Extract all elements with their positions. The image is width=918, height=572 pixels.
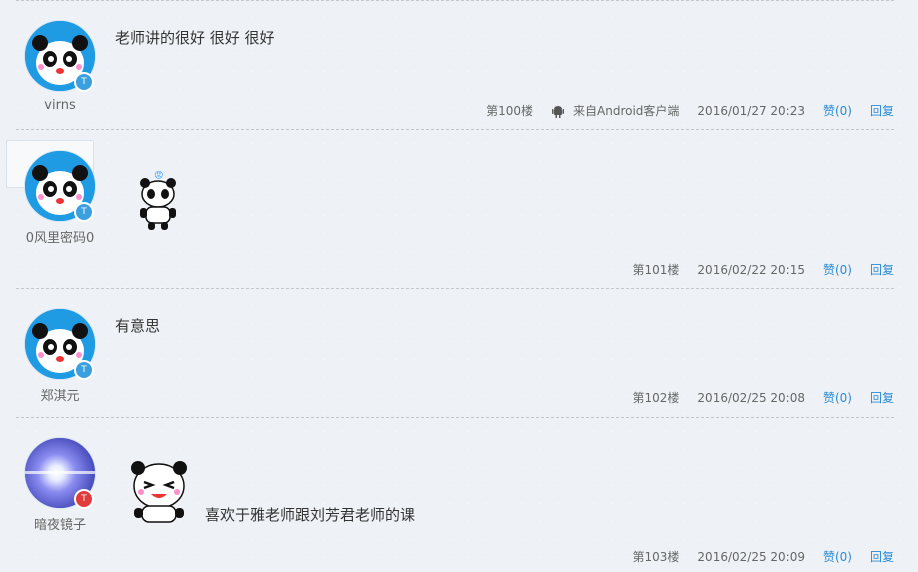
- user-avatar[interactable]: T: [24, 20, 96, 92]
- username[interactable]: virns: [0, 98, 120, 113]
- like-button[interactable]: 赞(0): [823, 261, 852, 278]
- post-time: 2016/02/22 20:15: [697, 262, 805, 277]
- user-avatar[interactable]: T: [24, 308, 96, 380]
- floor-number: 第100楼: [486, 104, 534, 118]
- post-source: 来自Android客户端: [573, 104, 680, 118]
- post-101: T 0风里密码0 😡 第101楼 2016/02/22 20:15 赞(0) 回…: [0, 130, 918, 289]
- post-103: T 暗夜镜子 喜欢于雅老师跟刘芳君老师的课 第103楼 2016/02/25 2…: [0, 418, 918, 572]
- post-content: 有意思: [115, 317, 161, 335]
- post-100: T virns 老师讲的很好 很好 很好 第100楼 来自Android客户端 …: [0, 0, 918, 130]
- username[interactable]: 郑淇元: [0, 385, 120, 404]
- post-time: 2016/02/25 20:08: [697, 390, 805, 405]
- like-button[interactable]: 赞(0): [823, 389, 852, 406]
- vip-badge-icon: T: [74, 360, 94, 380]
- user-avatar[interactable]: T: [24, 150, 96, 222]
- post-time: 2016/01/27 20:23: [697, 103, 805, 118]
- post-meta: 第100楼 来自Android客户端 2016/01/27 20:23 赞(0)…: [468, 102, 894, 119]
- floor-number: 第101楼: [632, 263, 680, 277]
- post-content: 老师讲的很好 很好 很好: [115, 29, 275, 47]
- post-time: 2016/02/25 20:09: [697, 549, 805, 564]
- floor-number: 第103楼: [632, 550, 680, 564]
- like-button[interactable]: 赞(0): [823, 102, 852, 119]
- reply-button[interactable]: 回复: [870, 102, 894, 119]
- reply-button[interactable]: 回复: [870, 389, 894, 406]
- vip-badge-icon: T: [74, 72, 94, 92]
- reply-button[interactable]: 回复: [870, 261, 894, 278]
- post-102: T 郑淇元 有意思 第102楼 2016/02/25 20:08 赞(0) 回复: [0, 289, 918, 417]
- panda-emoji-icon: 😡: [140, 170, 176, 230]
- panda-emoji-laugh-icon: [131, 461, 187, 523]
- post-meta: 第101楼 2016/02/22 20:15 赞(0) 回复: [615, 261, 894, 278]
- vip-badge-icon: T: [74, 489, 94, 509]
- username[interactable]: 0风里密码0: [0, 227, 120, 246]
- post-content: 喜欢于雅老师跟刘芳君老师的课: [205, 506, 416, 524]
- post-meta: 第103楼 2016/02/25 20:09 赞(0) 回复: [615, 548, 894, 565]
- android-icon: [552, 105, 565, 118]
- floor-number: 第102楼: [632, 391, 680, 405]
- vip-badge-icon: T: [74, 202, 94, 222]
- post-meta: 第102楼 2016/02/25 20:08 赞(0) 回复: [615, 389, 894, 406]
- like-button[interactable]: 赞(0): [823, 548, 852, 565]
- username[interactable]: 暗夜镜子: [0, 514, 120, 533]
- svg-text:😡: 😡: [154, 170, 163, 181]
- reply-button[interactable]: 回复: [870, 548, 894, 565]
- user-avatar[interactable]: T: [24, 437, 96, 509]
